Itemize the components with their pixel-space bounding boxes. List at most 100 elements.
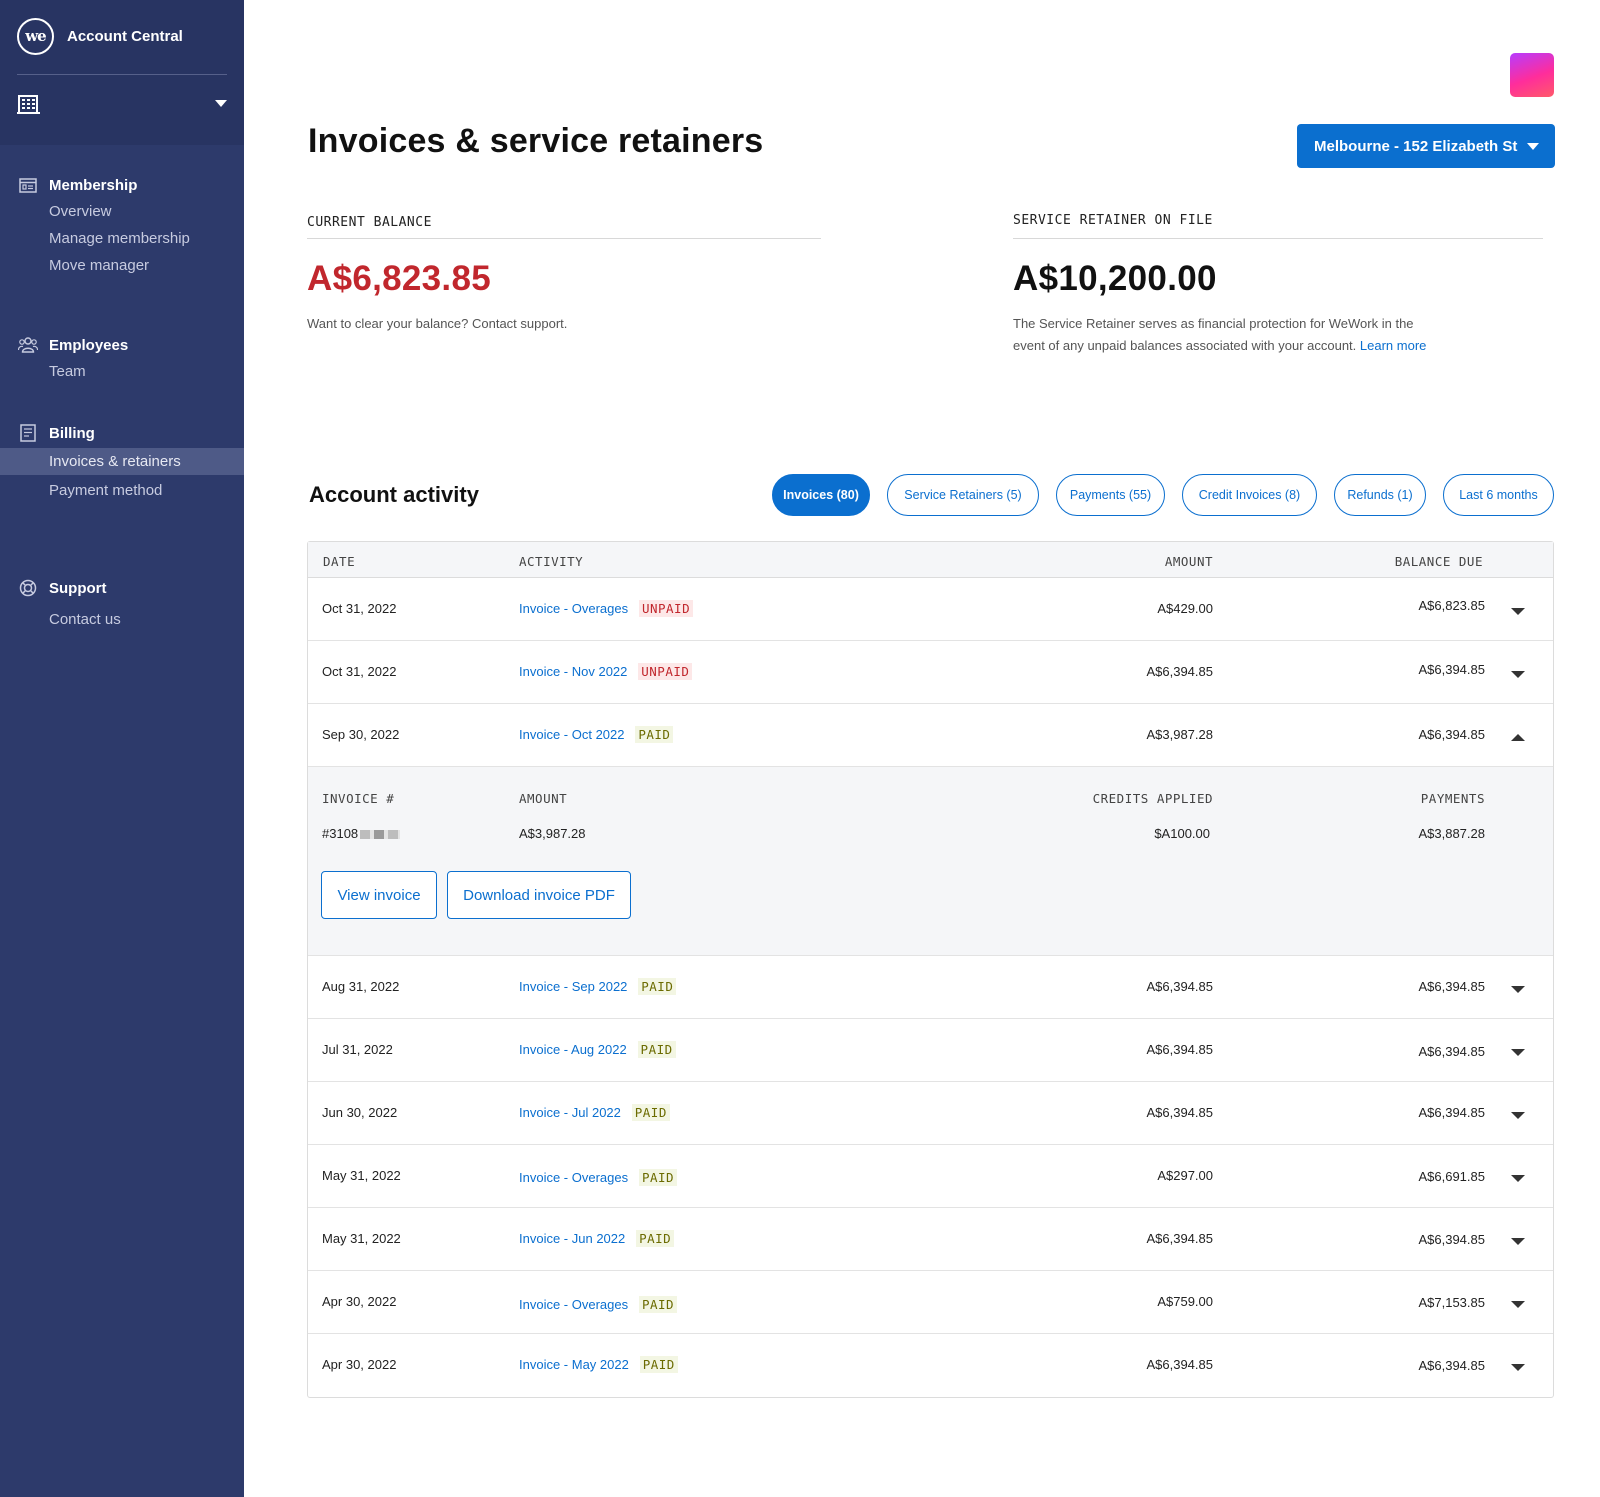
nav-support[interactable]: Support	[0, 576, 244, 600]
invoice-number-text: #3108	[322, 826, 359, 841]
row-balance-due: A$6,394.85	[1418, 1232, 1485, 1247]
detail-col-credits: CREDITS APPLIED	[1092, 791, 1213, 806]
nav-employees[interactable]: Employees	[0, 333, 244, 357]
row-activity-label: Invoice - Aug 2022	[519, 1042, 627, 1057]
brand[interactable]: we Account Central	[17, 0, 227, 72]
chevron-up-icon[interactable]	[1511, 730, 1525, 741]
sidebar-item-overview[interactable]: Overview	[0, 198, 244, 225]
row-balance-due: A$6,394.85	[1418, 1105, 1485, 1120]
redacted-block	[360, 830, 401, 839]
row-activity-link[interactable]: Invoice - Jul 2022 PAID	[519, 1104, 670, 1121]
col-amount: AMOUNT	[1164, 554, 1213, 569]
page-title: Invoices & service retainers	[308, 122, 764, 160]
support-icon	[18, 578, 38, 598]
row-activity-link[interactable]: Invoice - May 2022 PAID	[519, 1356, 678, 1373]
row-balance-due: A$6,394.85	[1418, 662, 1485, 677]
row-activity-label: Invoice - May 2022	[519, 1357, 629, 1372]
view-invoice-button[interactable]: View invoice	[321, 871, 437, 919]
row-balance-due: A$6,394.85	[1418, 727, 1485, 742]
table-row[interactable]: Oct 31, 2022 Invoice - Overages UNPAID A…	[308, 578, 1553, 641]
location-dropdown[interactable]: Melbourne - 152 Elizabeth St	[1297, 124, 1555, 168]
row-amount: A$3,987.28	[1146, 727, 1213, 742]
detail-invoice-number: #3108	[322, 826, 401, 841]
chevron-down-icon[interactable]	[1511, 982, 1525, 993]
col-balance-due: BALANCE DUE	[1394, 554, 1483, 569]
detail-credits: $A100.00	[1154, 826, 1210, 841]
row-activity-link[interactable]: Invoice - Overages PAID	[519, 1296, 678, 1313]
row-activity-label: Invoice - Overages	[519, 1170, 629, 1185]
row-amount: A$6,394.85	[1146, 1042, 1213, 1057]
row-date: Jun 30, 2022	[322, 1105, 398, 1120]
row-balance-due: A$6,394.85	[1418, 1358, 1485, 1373]
chevron-down-icon[interactable]	[1511, 1297, 1525, 1308]
row-date: May 31, 2022	[322, 1231, 401, 1246]
table-row[interactable]: May 31, 2022 Invoice - Overages PAID A$2…	[308, 1145, 1553, 1208]
activity-table: DATE ACTIVITY AMOUNT BALANCE DUE Oct 31,…	[307, 541, 1554, 1398]
company-switcher[interactable]	[17, 93, 227, 115]
current-balance-label: CURRENT BALANCE	[307, 215, 821, 239]
service-retainer-note: The Service Retainer serves as financial…	[1013, 313, 1438, 357]
row-activity-link[interactable]: Invoice - Overages UNPAID	[519, 600, 694, 617]
membership-icon	[18, 175, 38, 195]
chevron-down-icon[interactable]	[1511, 1171, 1525, 1182]
table-row[interactable]: Apr 30, 2022 Invoice - Overages PAID A$7…	[308, 1271, 1553, 1334]
row-activity-link[interactable]: Invoice - Sep 2022 PAID	[519, 978, 677, 995]
nav-section-support: Support Contact us	[0, 576, 244, 633]
table-row[interactable]: Jun 30, 2022 Invoice - Jul 2022 PAID A$6…	[308, 1082, 1553, 1145]
nav-billing[interactable]: Billing	[0, 421, 244, 445]
download-invoice-pdf-button[interactable]: Download invoice PDF	[447, 871, 631, 919]
chevron-down-icon[interactable]	[1511, 604, 1525, 615]
sidebar-item-payment-method[interactable]: Payment method	[0, 477, 244, 504]
current-balance-value: A$6,823.85	[307, 259, 491, 298]
sidebar: we Account Central Membership Overview M…	[0, 0, 244, 1497]
row-date: Aug 31, 2022	[322, 979, 400, 994]
detail-amount: A$3,987.28	[519, 826, 586, 841]
chevron-down-icon[interactable]	[1511, 1108, 1525, 1119]
chevron-down-icon[interactable]	[1511, 1234, 1525, 1245]
row-date: May 31, 2022	[322, 1168, 401, 1183]
table-row[interactable]: Apr 30, 2022 Invoice - May 2022 PAID A$6…	[308, 1334, 1553, 1397]
row-balance-due: A$6,823.85	[1418, 598, 1485, 613]
sidebar-item-move-manager[interactable]: Move manager	[0, 252, 244, 279]
avatar[interactable]	[1510, 53, 1554, 97]
col-activity: ACTIVITY	[519, 554, 584, 569]
table-row-expanded[interactable]: Sep 30, 2022 Invoice - Oct 2022 PAID A$3…	[308, 704, 1553, 767]
sidebar-item-invoices-retainers[interactable]: Invoices & retainers	[0, 448, 244, 475]
row-activity-link[interactable]: Invoice - Nov 2022 UNPAID	[519, 663, 693, 680]
row-balance-due: A$6,691.85	[1418, 1169, 1485, 1184]
nav-billing-label: Billing	[49, 424, 95, 442]
chevron-down-icon[interactable]	[215, 100, 227, 108]
employees-icon	[18, 335, 38, 355]
service-retainer-note-text: The Service Retainer serves as financial…	[1013, 316, 1414, 353]
filter-refunds[interactable]: Refunds (1)	[1334, 474, 1426, 516]
chevron-down-icon[interactable]	[1511, 1360, 1525, 1371]
row-activity-link[interactable]: Invoice - Jun 2022 PAID	[519, 1230, 675, 1247]
filter-payments[interactable]: Payments (55)	[1056, 474, 1165, 516]
invoice-detail-panel: INVOICE # AMOUNT CREDITS APPLIED PAYMENT…	[308, 767, 1553, 956]
row-activity-link[interactable]: Invoice - Aug 2022 PAID	[519, 1041, 676, 1058]
row-activity-link[interactable]: Invoice - Overages PAID	[519, 1169, 678, 1186]
table-row[interactable]: Oct 31, 2022 Invoice - Nov 2022 UNPAID A…	[308, 641, 1553, 704]
detail-col-payments: PAYMENTS	[1420, 791, 1485, 806]
status-badge: PAID	[639, 1356, 678, 1373]
chevron-down-icon	[1527, 138, 1539, 155]
filter-date-range[interactable]: Last 6 months	[1443, 474, 1554, 516]
location-label: Melbourne - 152 Elizabeth St	[1314, 137, 1518, 155]
filter-credit-invoices[interactable]: Credit Invoices (8)	[1182, 474, 1317, 516]
row-date: Apr 30, 2022	[322, 1294, 397, 1309]
learn-more-link[interactable]: Learn more	[1360, 338, 1426, 353]
sidebar-item-team[interactable]: Team	[0, 358, 244, 385]
detail-col-amount: AMOUNT	[519, 791, 568, 806]
sidebar-item-manage-membership[interactable]: Manage membership	[0, 225, 244, 252]
table-row[interactable]: May 31, 2022 Invoice - Jun 2022 PAID A$6…	[308, 1208, 1553, 1271]
table-row[interactable]: Aug 31, 2022 Invoice - Sep 2022 PAID A$6…	[308, 956, 1553, 1019]
chevron-down-icon[interactable]	[1511, 1045, 1525, 1056]
row-activity-link[interactable]: Invoice - Oct 2022 PAID	[519, 726, 674, 743]
billing-icon	[18, 423, 38, 443]
filter-service-retainers[interactable]: Service Retainers (5)	[887, 474, 1039, 516]
nav-membership[interactable]: Membership	[0, 173, 244, 197]
chevron-down-icon[interactable]	[1511, 667, 1525, 678]
filter-invoices[interactable]: Invoices (80)	[772, 474, 870, 516]
sidebar-item-contact-us[interactable]: Contact us	[0, 606, 244, 633]
table-row[interactable]: Jul 31, 2022 Invoice - Aug 2022 PAID A$6…	[308, 1019, 1553, 1082]
